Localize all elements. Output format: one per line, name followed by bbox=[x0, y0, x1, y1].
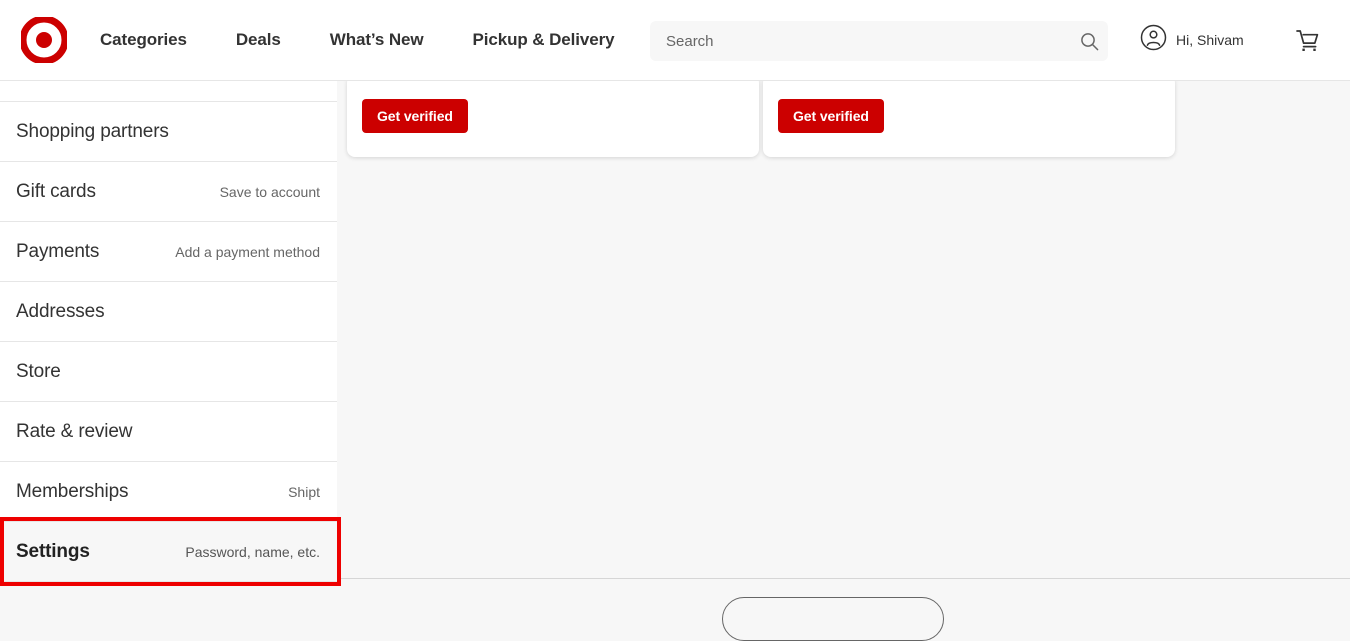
sidebar-item-payments[interactable]: Payments Add a payment method bbox=[0, 222, 337, 282]
sidebar-item-label: Addresses bbox=[16, 300, 105, 322]
sidebar-item-label: Settings bbox=[16, 540, 90, 562]
nav-item-pickup-delivery[interactable]: Pickup & Delivery bbox=[473, 30, 615, 50]
account-sidebar: Shopping partners Gift cards Save to acc… bbox=[0, 81, 337, 582]
primary-nav: Categories Deals What’s New Pickup & Del… bbox=[100, 30, 615, 50]
sidebar-item-label: Gift cards bbox=[16, 180, 96, 202]
sidebar-item-meta: Save to account bbox=[219, 183, 320, 200]
get-verified-button[interactable]: Get verified bbox=[778, 99, 884, 133]
footer-divider bbox=[337, 578, 1350, 579]
promo-card-row: Get verified Get verified bbox=[347, 75, 1175, 157]
sidebar-item-label: Rate & review bbox=[16, 420, 133, 442]
account-person-icon bbox=[1140, 24, 1167, 56]
sidebar-item-addresses[interactable]: Addresses bbox=[0, 282, 337, 342]
site-header: Categories Deals What’s New Pickup & Del… bbox=[0, 0, 1350, 81]
sidebar-item-memberships[interactable]: Memberships Shipt bbox=[0, 462, 337, 522]
promo-card: Get verified bbox=[347, 75, 759, 157]
sidebar-item-meta: Shipt bbox=[288, 483, 320, 500]
promo-card: Get verified bbox=[763, 75, 1175, 157]
target-logo-icon[interactable] bbox=[21, 17, 67, 63]
account-menu[interactable]: Hi, Shivam bbox=[1140, 24, 1244, 56]
nav-item-whats-new[interactable]: What’s New bbox=[330, 30, 424, 50]
page-body: Shopping partners Gift cards Save to acc… bbox=[0, 75, 1350, 641]
account-greeting: Hi, Shivam bbox=[1176, 32, 1244, 48]
nav-item-deals[interactable]: Deals bbox=[236, 30, 281, 50]
sidebar-item-meta: Password, name, etc. bbox=[185, 543, 320, 560]
sidebar-item-shopping-partners[interactable]: Shopping partners bbox=[0, 102, 337, 162]
search-bar[interactable] bbox=[650, 21, 1108, 61]
search-input[interactable] bbox=[666, 21, 1070, 61]
sidebar-item-gift-cards[interactable]: Gift cards Save to account bbox=[0, 162, 337, 222]
search-icon[interactable] bbox=[1070, 21, 1108, 61]
sidebar-item-rate-review[interactable]: Rate & review bbox=[0, 402, 337, 462]
sidebar-item-meta: Add a payment method bbox=[175, 243, 320, 260]
sidebar-item-label: Memberships bbox=[16, 480, 129, 502]
get-verified-button[interactable]: Get verified bbox=[362, 99, 468, 133]
sidebar-item-label: Shopping partners bbox=[16, 120, 169, 142]
nav-item-categories[interactable]: Categories bbox=[100, 30, 187, 50]
sidebar-item-clipped[interactable] bbox=[0, 81, 337, 102]
cart-icon[interactable] bbox=[1291, 24, 1325, 58]
main-content: Get verified Get verified bbox=[337, 75, 1350, 641]
sidebar-item-store[interactable]: Store bbox=[0, 342, 337, 402]
sidebar-item-settings[interactable]: Settings Password, name, etc. bbox=[0, 522, 337, 582]
sidebar-item-label: Store bbox=[16, 360, 61, 382]
sidebar-item-label: Payments bbox=[16, 240, 100, 262]
